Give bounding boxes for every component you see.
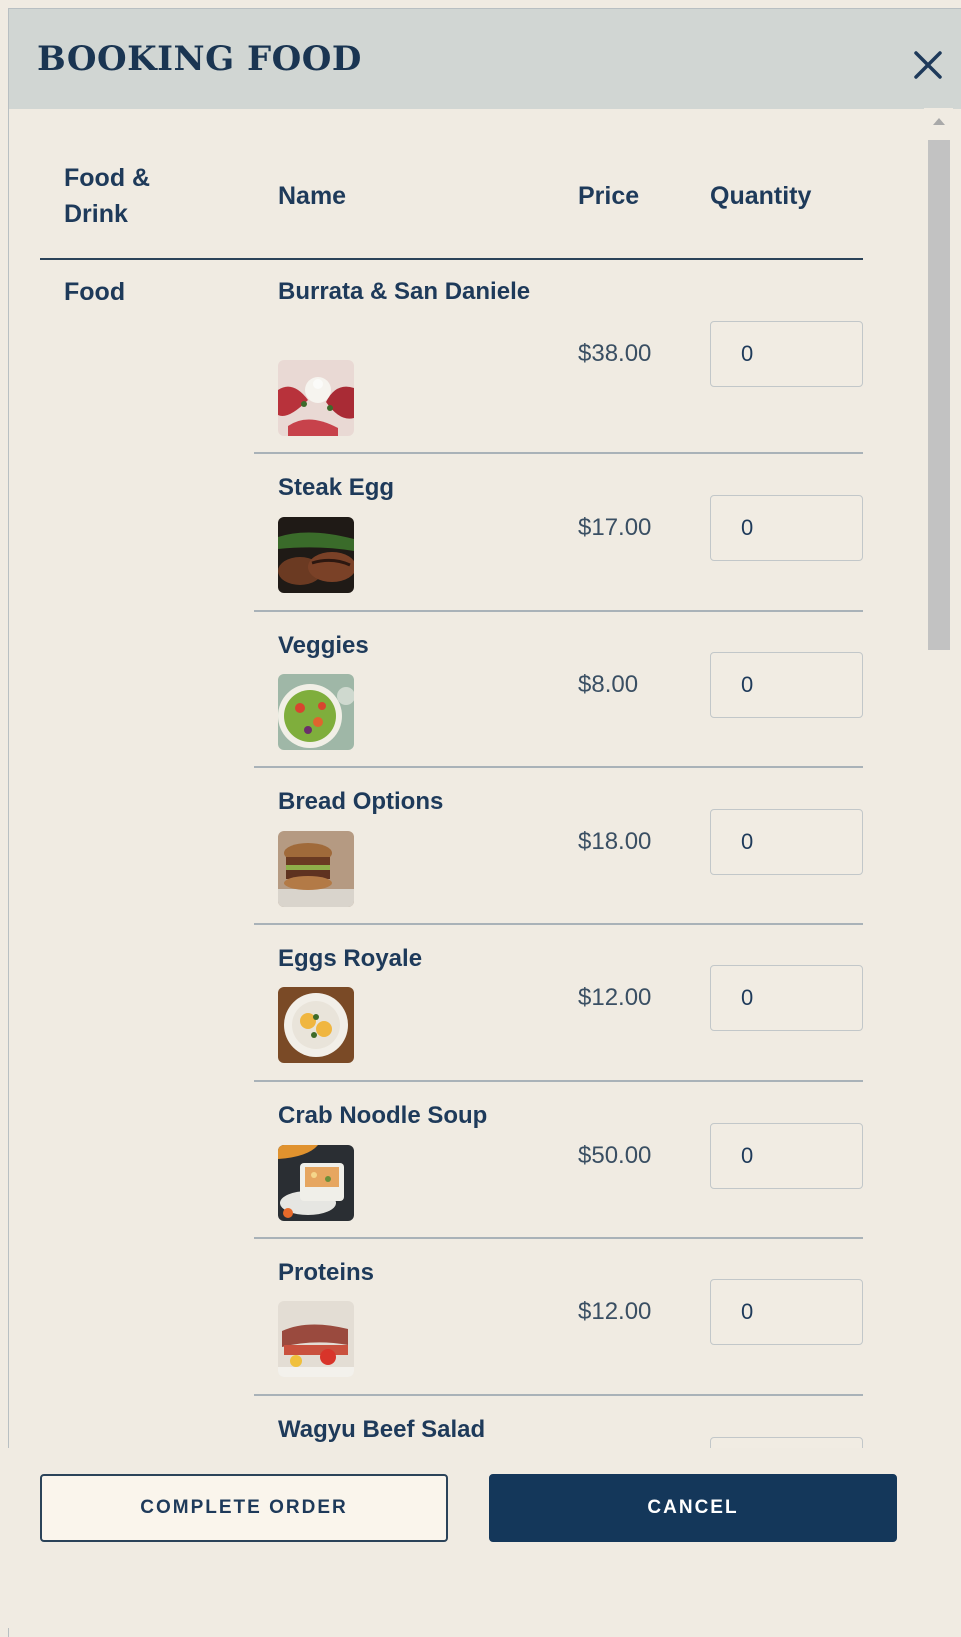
food-table: Food & Drink Name Price Quantity Food Bu… (8, 100, 941, 1504)
item-price: $38.00 (578, 340, 652, 367)
item-price: $17.00 (578, 514, 652, 541)
item-name: Wagyu Beef Salad (278, 1416, 486, 1443)
row-divider (254, 1080, 863, 1082)
item-price: $18.00 (578, 828, 652, 855)
item-price: $8.00 (578, 671, 639, 698)
salad-image (278, 674, 354, 750)
scrollbar-thumb[interactable] (928, 140, 950, 650)
item-price: $12.00 (578, 984, 652, 1011)
sandwich-image (278, 831, 354, 907)
item-name: Bread Options (278, 788, 444, 815)
quantity-input[interactable] (710, 809, 863, 875)
quantity-input[interactable] (710, 652, 863, 718)
quantity-input[interactable] (710, 321, 863, 387)
column-header-quantity: Quantity (710, 182, 812, 210)
table-row: Crab Noodle Soup $50.00 (254, 1098, 863, 1239)
row-divider (254, 1237, 863, 1239)
item-name: Veggies (278, 632, 369, 659)
soup-image (278, 1145, 354, 1221)
table-row: Steak Egg $17.00 (254, 470, 863, 612)
item-name: Eggs Royale (278, 945, 423, 972)
proteins-image (278, 1301, 354, 1377)
row-divider (254, 766, 863, 768)
scrollbar[interactable] (924, 108, 953, 1504)
row-divider (254, 610, 863, 612)
row-divider (254, 452, 863, 454)
table-row: Eggs Royale $12.00 (254, 941, 863, 1082)
row-divider (254, 923, 863, 925)
column-header-name: Name (278, 182, 347, 210)
close-icon[interactable] (910, 47, 946, 83)
dialog-title: BOOKING FOOD (37, 39, 362, 79)
quantity-input[interactable] (710, 1123, 863, 1189)
item-name: Steak Egg (278, 474, 395, 501)
quantity-input[interactable] (710, 495, 863, 561)
item-name: Burrata & San Daniele (278, 278, 531, 305)
cancel-button[interactable]: CANCEL (489, 1474, 897, 1542)
category-label: Food (64, 278, 126, 306)
steak-image (278, 517, 354, 593)
column-header-food-drink: Food & Drink (64, 164, 151, 228)
column-header-price: Price (578, 182, 640, 210)
header-divider (40, 258, 863, 260)
dialog-header: BOOKING FOOD (9, 9, 961, 109)
scroll-up-arrow-icon[interactable] (933, 118, 945, 125)
table-row: Veggies $8.00 (254, 628, 863, 768)
burrata-image (278, 360, 354, 436)
complete-order-button[interactable]: COMPLETE ORDER (40, 1474, 448, 1542)
item-name: Proteins (278, 1259, 375, 1286)
row-divider (254, 1394, 863, 1396)
eggs-image (278, 987, 354, 1063)
table-row: Bread Options $18.00 (254, 784, 863, 925)
item-price: $12.00 (578, 1298, 652, 1325)
quantity-input[interactable] (710, 1279, 863, 1345)
item-name: Crab Noodle Soup (278, 1102, 488, 1129)
quantity-input[interactable] (710, 965, 863, 1031)
table-row: Burrata & San Daniele $38.00 (254, 274, 863, 454)
item-price: $50.00 (578, 1142, 652, 1169)
table-row: Proteins $12.00 (254, 1255, 863, 1396)
